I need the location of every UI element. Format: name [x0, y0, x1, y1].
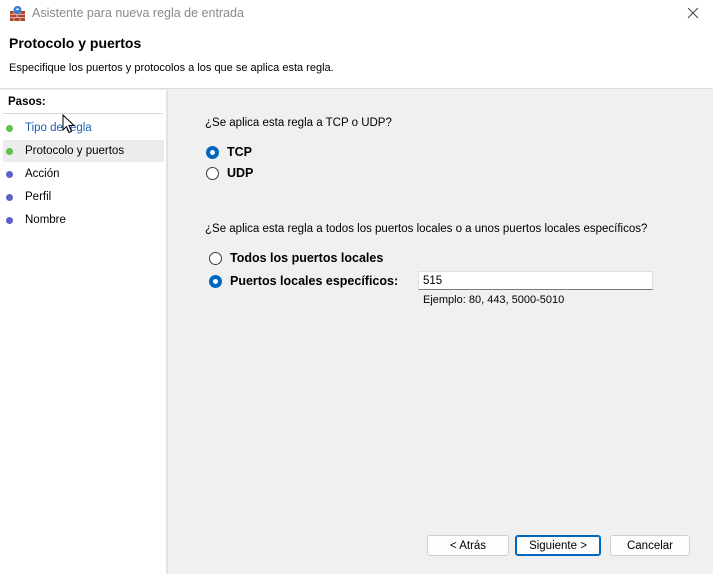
mouse-pointer-icon	[62, 113, 76, 134]
wizard-content: ¿Se aplica esta regla a TCP o UDP? TCP U…	[168, 90, 713, 574]
radio-tcp-label[interactable]: TCP	[227, 145, 252, 159]
window-title: Asistente para nueva regla de entrada	[32, 6, 244, 20]
radio-udp[interactable]: UDP	[206, 166, 253, 180]
page-subtitle: Especifique los puertos y protocolos a l…	[9, 62, 334, 74]
step-item-perfil: Perfil	[3, 186, 164, 208]
step-item-nombre: Nombre	[3, 209, 164, 231]
radio-specific-ports[interactable]: Puertos locales específicos:	[209, 274, 398, 288]
radio-unchecked-icon[interactable]	[209, 251, 222, 265]
step-item-accion: Acción	[3, 163, 164, 185]
radio-tcp[interactable]: TCP	[206, 145, 252, 159]
wizard-header: Protocolo y puertos Especifique los puer…	[0, 28, 713, 89]
radio-checked-icon[interactable]	[206, 145, 219, 159]
close-button[interactable]	[673, 0, 713, 28]
radio-checked-icon[interactable]	[209, 274, 222, 288]
firewall-wall-icon	[9, 5, 26, 22]
step-done-dot-icon	[6, 124, 13, 132]
back-button[interactable]: < Atrás	[427, 535, 509, 556]
step-done-dot-icon	[6, 147, 13, 155]
close-icon	[687, 7, 699, 22]
radio-unchecked-icon[interactable]	[206, 166, 219, 180]
cancel-button[interactable]: Cancelar	[610, 535, 690, 556]
ports-example-hint: Ejemplo: 80, 443, 5000-5010	[423, 294, 565, 306]
steps-heading: Pasos:	[8, 96, 46, 108]
page-title: Protocolo y puertos	[9, 35, 142, 51]
radio-all-ports-label[interactable]: Todos los puertos locales	[230, 251, 383, 265]
next-button[interactable]: Siguiente >	[515, 535, 601, 556]
step-pending-dot-icon	[6, 170, 13, 178]
step-label: Perfil	[25, 191, 52, 203]
step-label: Acción	[25, 168, 60, 180]
step-label: Nombre	[25, 214, 66, 226]
title-bar: Asistente para nueva regla de entrada	[0, 0, 713, 29]
step-label[interactable]: Tipo de regla	[25, 122, 92, 134]
radio-udp-label[interactable]: UDP	[227, 166, 253, 180]
protocol-question: ¿Se aplica esta regla a TCP o UDP?	[205, 117, 392, 129]
radio-all-ports[interactable]: Todos los puertos locales	[209, 251, 383, 265]
steps-panel: Pasos: Tipo de regla Protocolo y puertos…	[0, 90, 168, 574]
radio-specific-ports-label[interactable]: Puertos locales específicos:	[230, 274, 398, 288]
step-pending-dot-icon	[6, 216, 13, 224]
step-item-protocolo-y-puertos: Protocolo y puertos	[3, 140, 164, 162]
step-pending-dot-icon	[6, 193, 13, 201]
steps-divider	[3, 113, 163, 114]
ports-question: ¿Se aplica esta regla a todos los puerto…	[205, 223, 648, 235]
step-item-tipo-de-regla[interactable]: Tipo de regla	[3, 117, 164, 139]
step-label: Protocolo y puertos	[25, 145, 125, 157]
ports-input[interactable]	[418, 271, 653, 290]
